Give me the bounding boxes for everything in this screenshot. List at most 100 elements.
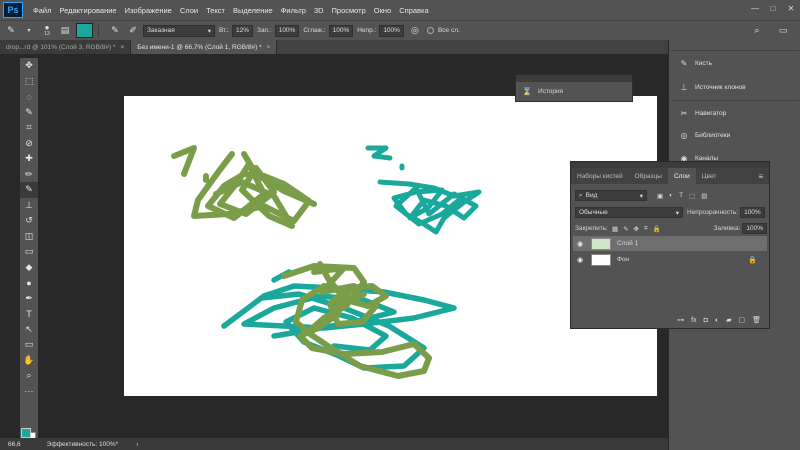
layer-row[interactable]: ◉ Слой 1 bbox=[573, 236, 767, 251]
tab-layers[interactable]: Слои bbox=[667, 168, 696, 184]
menu-window[interactable]: Окно bbox=[374, 6, 391, 15]
mask-icon[interactable]: ◘ bbox=[704, 317, 708, 324]
pencil-tool-icon[interactable]: ✏ bbox=[20, 167, 38, 183]
fx-icon[interactable]: fx bbox=[691, 317, 696, 324]
layers-panel: Наборы кистей Образцы Слои Цвет ≡ ⌕ Вид ▾ … bbox=[570, 161, 770, 329]
menu-filter[interactable]: Фильтр bbox=[281, 6, 306, 15]
history-panel[interactable]: ⌛ История bbox=[515, 74, 633, 102]
lock-transparent-icon[interactable]: ▦ bbox=[612, 225, 618, 233]
brush-icon: ✎ bbox=[680, 58, 688, 68]
crop-tool-icon[interactable]: ⌗ bbox=[20, 120, 38, 136]
lock-pixels-icon[interactable]: ✎ bbox=[623, 225, 628, 233]
menu-file[interactable]: Файл bbox=[33, 6, 51, 15]
eye-icon[interactable]: ◉ bbox=[573, 256, 587, 264]
libraries-icon: ◎ bbox=[680, 130, 688, 140]
tab-document-2[interactable]: Без имени-1 @ 66,7% (Слой 1, RGB/8#) * × bbox=[131, 40, 278, 54]
smoothing-field[interactable]: 100% bbox=[328, 24, 354, 37]
menu-edit[interactable]: Редактирование bbox=[59, 6, 116, 15]
more-tools-icon[interactable]: ··· bbox=[20, 384, 38, 400]
erase-mode-icon[interactable]: ✐ bbox=[126, 24, 140, 38]
filter-type-icon[interactable]: T bbox=[679, 192, 683, 199]
tab-color[interactable]: Цвет bbox=[696, 168, 723, 184]
blur-tool-icon[interactable]: ◆ bbox=[20, 260, 38, 276]
adjustment-icon[interactable]: ◐ bbox=[715, 317, 719, 324]
healing-tool-icon[interactable]: ✚ bbox=[20, 151, 38, 167]
dock-navigator[interactable]: ✂ Навигатор bbox=[671, 104, 799, 122]
fill-field[interactable]: 12% bbox=[232, 24, 254, 37]
close-button[interactable]: ✕ bbox=[782, 0, 800, 16]
filter-shape-icon[interactable]: ⬚ bbox=[689, 192, 695, 200]
layer-thumbnail bbox=[591, 253, 611, 266]
brush-size-picker[interactable]: ● 13 bbox=[40, 23, 54, 38]
clone-stamp-tool-icon[interactable]: ⊥ bbox=[20, 198, 38, 214]
all-layers-checkbox[interactable] bbox=[426, 27, 434, 34]
zoom-tool-icon[interactable]: ⌕ bbox=[20, 368, 38, 384]
folder-icon[interactable]: ▰ bbox=[726, 316, 731, 324]
chevron-down-icon[interactable]: ▾ bbox=[22, 24, 36, 38]
dodge-tool-icon[interactable]: ● bbox=[20, 275, 38, 291]
filter-adjust-icon[interactable]: ◐ bbox=[669, 192, 673, 199]
maximize-button[interactable]: □ bbox=[764, 0, 782, 16]
lock-all-icon[interactable]: 🔒 bbox=[653, 225, 661, 233]
menu-layers[interactable]: Слои bbox=[180, 6, 198, 15]
color-swatch[interactable] bbox=[76, 23, 93, 38]
minimize-button[interactable]: — bbox=[746, 0, 764, 16]
history-panel-header[interactable] bbox=[516, 75, 632, 82]
dock-brush[interactable]: ✎ Кисть bbox=[671, 54, 799, 72]
trash-icon[interactable]: 🗑 bbox=[752, 316, 761, 324]
menu-select[interactable]: Выделение bbox=[233, 6, 273, 15]
tab-brush-presets[interactable]: Наборы кистей bbox=[571, 168, 629, 184]
type-tool-icon[interactable]: T bbox=[20, 306, 38, 322]
zoom-level[interactable]: 66,6 bbox=[8, 441, 21, 448]
filter-pixel-icon[interactable]: ▣ bbox=[657, 192, 663, 200]
dock-libraries[interactable]: ◎ Библиотеки bbox=[671, 126, 799, 144]
filter-smart-icon[interactable]: ▤ bbox=[701, 192, 707, 200]
lock-position-icon[interactable]: ✥ bbox=[634, 225, 639, 233]
chevron-right-icon[interactable]: › bbox=[136, 441, 138, 448]
tab-swatches[interactable]: Образцы bbox=[629, 168, 668, 184]
panel-menu-icon[interactable]: ≡ bbox=[758, 172, 763, 181]
workspace-icon[interactable]: ▭ bbox=[776, 24, 790, 38]
menu-view[interactable]: Просмотр bbox=[332, 6, 366, 15]
new-layer-icon[interactable]: ▢ bbox=[738, 316, 745, 324]
marquee-tool-icon[interactable]: ⬚ bbox=[20, 74, 38, 90]
airbrush-icon[interactable]: ✎ bbox=[108, 24, 122, 38]
eyedropper-tool-icon[interactable]: ⊘ bbox=[20, 136, 38, 152]
opacity-field[interactable]: 100% bbox=[379, 24, 404, 37]
path-select-tool-icon[interactable]: ↖ bbox=[20, 322, 38, 338]
hand-tool-icon[interactable]: ✋ bbox=[20, 353, 38, 369]
history-brush-tool-icon[interactable]: ↺ bbox=[20, 213, 38, 229]
pen-tool-icon[interactable]: ✒ bbox=[20, 291, 38, 307]
layer-row[interactable]: ◉ Фон 🔒 bbox=[573, 252, 767, 267]
brush-panel-icon[interactable]: ▤ bbox=[58, 24, 72, 38]
fill-field[interactable]: 100% bbox=[742, 223, 767, 234]
menu-3d[interactable]: 3D bbox=[314, 6, 324, 15]
menu-text[interactable]: Текст bbox=[206, 6, 225, 15]
blend-mode-dropdown[interactable]: Обычные ▾ bbox=[575, 207, 683, 218]
move-tool-icon[interactable]: ✥ bbox=[20, 58, 38, 74]
pressure-icon[interactable]: ◎ bbox=[408, 24, 422, 38]
link-icon[interactable]: ⊶ bbox=[677, 316, 684, 324]
dock-clone-source[interactable]: ⊥ Источник клонов bbox=[671, 78, 799, 96]
rectangle-tool-icon[interactable]: ▭ bbox=[20, 337, 38, 353]
close-icon[interactable]: × bbox=[267, 44, 271, 51]
tab-document-1[interactable]: drop...rd @ 101% (Слой 3, RGB/8#) * × bbox=[0, 40, 132, 54]
lasso-tool-icon[interactable]: ◌ bbox=[20, 89, 38, 105]
eye-icon[interactable]: ◉ bbox=[573, 240, 587, 248]
eraser-tool-icon[interactable]: ◫ bbox=[20, 229, 38, 245]
opacity-field[interactable]: 100% bbox=[740, 207, 765, 218]
brush-tool-icon[interactable]: ✎ bbox=[20, 182, 38, 198]
mode-dropdown[interactable]: Заказная ▾ bbox=[143, 24, 215, 37]
menu-image[interactable]: Изображение bbox=[125, 6, 172, 15]
lock-icon: 🔒 bbox=[748, 256, 757, 264]
lock-artboard-icon[interactable]: ⌗ bbox=[644, 225, 648, 233]
quick-select-tool-icon[interactable]: ✎ bbox=[20, 105, 38, 121]
pressure-field[interactable]: 100% bbox=[274, 24, 300, 37]
menu-help[interactable]: Справка bbox=[399, 6, 428, 15]
close-icon[interactable]: × bbox=[120, 44, 124, 51]
foreground-color-swatch[interactable] bbox=[21, 428, 31, 438]
gradient-tool-icon[interactable]: ▭ bbox=[20, 244, 38, 260]
search-icon[interactable]: ⌕ bbox=[750, 24, 764, 38]
brush-preset-icon[interactable]: ✎ bbox=[4, 24, 18, 38]
filter-dropdown[interactable]: ⌕ Вид ▾ bbox=[575, 190, 647, 201]
